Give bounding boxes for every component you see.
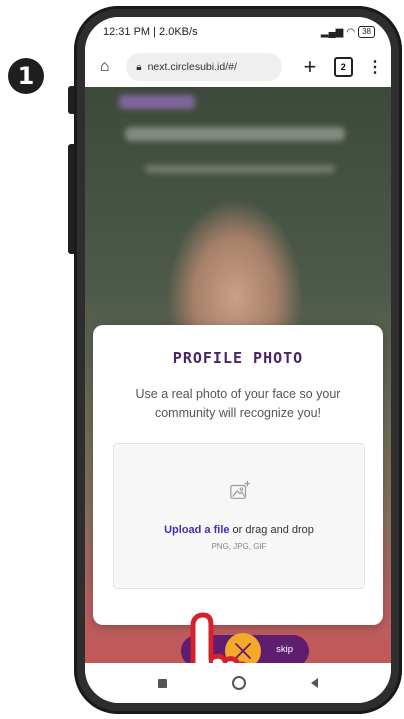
skip-button[interactable]: skip [276, 644, 293, 655]
url-text: next.circlesubi.id/#/ [147, 61, 237, 73]
wifi-icon: ◠ [346, 26, 356, 38]
file-types: PNG, JPG, GIF [211, 542, 267, 551]
recent-apps-icon[interactable] [157, 678, 167, 688]
blurred-subheading [145, 165, 335, 173]
upload-instructions: Upload a file or drag and drop [114, 524, 364, 536]
modal-description: Use a real photo of your face so your co… [135, 387, 341, 420]
step-badge: 1 [8, 58, 44, 94]
browser-toolbar: ⌂ 🔒︎ next.circlesubi.id/#/ + 2 ⋮ [85, 47, 391, 87]
plus-icon[interactable]: + [298, 54, 321, 80]
page-background: PROFILE PHOTO Use a real photo of your f… [85, 87, 391, 663]
modal-title: PROFILE PHOTO [172, 349, 304, 367]
upload-file-link[interactable]: Upload a file [164, 524, 229, 536]
phone-screen: 12:31 PM | 2.0KB/s ▂▄▆ ◠ 38 ⌂ 🔒︎ next.ci… [85, 17, 391, 703]
home-circle-icon[interactable] [231, 676, 246, 690]
phone-frame: 12:31 PM | 2.0KB/s ▂▄▆ ◠ 38 ⌂ 🔒︎ next.ci… [74, 6, 402, 714]
back-icon[interactable] [311, 678, 319, 688]
lock-icon: 🔒︎ [136, 61, 142, 73]
profile-photo-modal: PROFILE PHOTO Use a real photo of your f… [93, 325, 383, 625]
upload-dropzone[interactable]: Upload a file or drag and drop PNG, JPG,… [113, 443, 365, 589]
blurred-tag [119, 95, 195, 109]
menu-icon[interactable]: ⋮ [367, 57, 383, 77]
image-plus-icon [230, 480, 251, 499]
status-bar: 12:31 PM | 2.0KB/s ▂▄▆ ◠ 38 [85, 17, 391, 47]
status-icons: ▂▄▆ ◠ 38 [321, 26, 375, 38]
hand-pointer-icon [190, 612, 247, 663]
battery-icon: 38 [358, 26, 375, 38]
tabs-icon[interactable]: 2 [333, 57, 353, 77]
status-time: 12:31 PM | 2.0KB/s [103, 26, 198, 38]
address-bar[interactable]: 🔒︎ next.circlesubi.id/#/ [126, 53, 283, 81]
signal-icon: ▂▄▆ [320, 26, 344, 38]
blurred-heading [125, 127, 345, 141]
android-nav-bar [85, 663, 391, 703]
drag-drop-text: or drag and drop [229, 524, 314, 536]
home-icon[interactable]: ⌂ [93, 58, 116, 76]
